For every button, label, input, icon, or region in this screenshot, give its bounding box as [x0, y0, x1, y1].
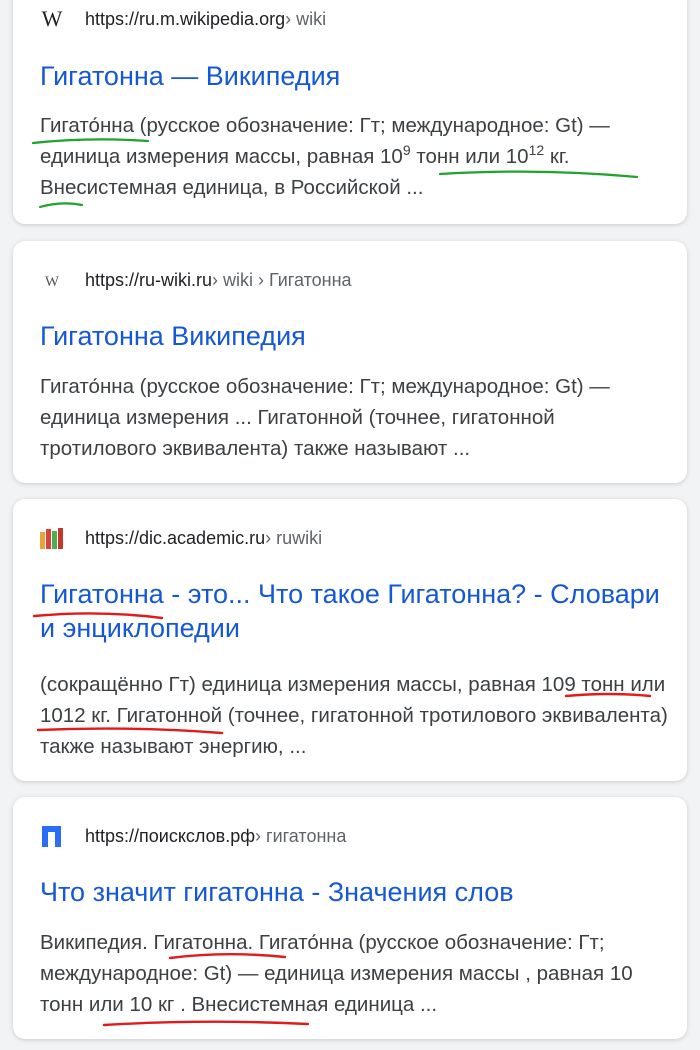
result-title-link[interactable]: Что значит гигатонна - Значения слов [40, 875, 670, 909]
result-url-breadcrumb: › wiki › Гигатонна [212, 269, 352, 290]
result-url-row[interactable]: https://dic.academic.ru › ruwiki [39, 525, 322, 551]
result-url-breadcrumb: › wiki [285, 8, 327, 29]
result-url-breadcrumb: › ruwiki [265, 527, 323, 548]
result-url-host: https://ru-wiki.ru [85, 269, 213, 290]
result-card-4[interactable]: https://поискслов.рф › гигатонна Что зна… [13, 797, 687, 1039]
result-card-3[interactable]: https://dic.academic.ru › ruwiki Гигатон… [13, 499, 687, 781]
svg-text:W: W [42, 8, 63, 30]
result-url-row[interactable]: W https://ru.m.wikipedia.org › wiki [39, 6, 326, 32]
result-url-row[interactable]: https://поискслов.рф › гигатонна [39, 823, 346, 849]
result-url-host: https://dic.academic.ru [85, 527, 266, 548]
svg-text:W: W [45, 274, 60, 290]
result-title-link[interactable]: Гигатонна — Википедия [40, 59, 670, 93]
wiki-w-small-icon: W [39, 267, 65, 293]
result-snippet: Гигато́нна (русское обозначение: Гт; меж… [40, 375, 610, 460]
result-snippet: Гигато́нна (русское обозначение: Гт; меж… [40, 114, 610, 199]
p-letter-icon [39, 823, 65, 849]
result-snippet: (сокращённо Гт) единица измерения массы,… [40, 673, 668, 758]
result-card-2[interactable]: W https://ru-wiki.ru › wiki › Гигатонна … [13, 241, 687, 483]
result-snippet: Википедия. Гигатонна. Гигато́нна (русско… [40, 931, 633, 1016]
result-url-host: https://поискслов.рф [85, 825, 256, 846]
wikipedia-w-icon: W [39, 6, 65, 32]
result-title-link[interactable]: Гигатонна Википедия [40, 319, 670, 353]
books-icon [39, 525, 65, 551]
result-title-link[interactable]: Гигатонна - это... Что такое Гигатонна? … [40, 577, 670, 645]
result-url-host: https://ru.m.wikipedia.org [85, 8, 286, 29]
result-card-1[interactable]: W https://ru.m.wikipedia.org › wiki Гига… [13, 0, 687, 224]
result-url-breadcrumb: › гигатонна [255, 825, 347, 846]
result-url-row[interactable]: W https://ru-wiki.ru › wiki › Гигатонна [39, 267, 352, 293]
